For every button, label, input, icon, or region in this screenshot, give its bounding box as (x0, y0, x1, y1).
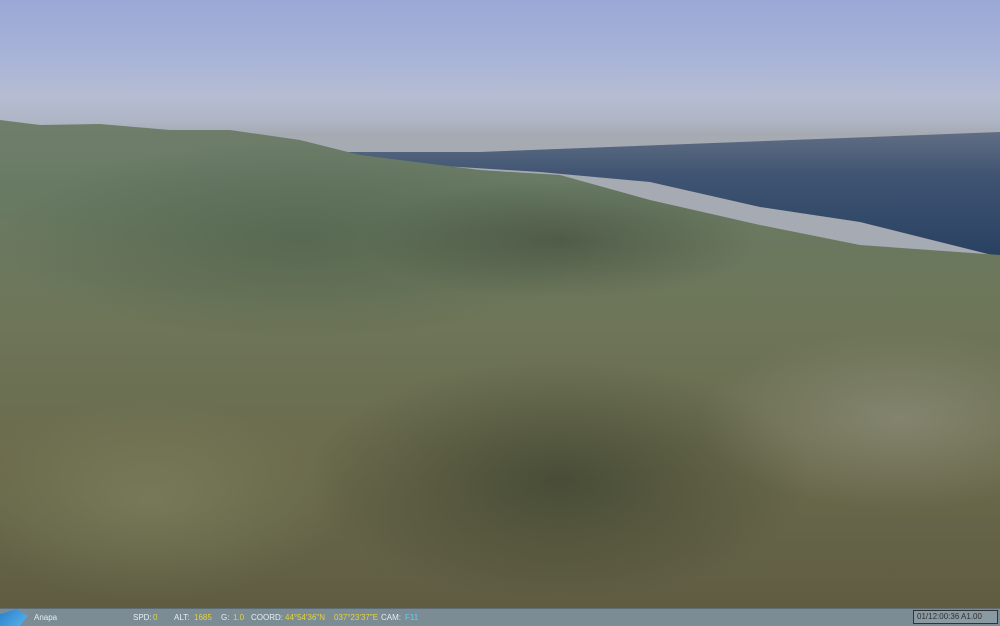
location-name: Anapa (34, 613, 58, 622)
g-value: 1.0 (233, 613, 245, 622)
altitude-label: ALT: (174, 613, 190, 622)
g-label: G: (221, 613, 230, 622)
status-bar: Anapa SPD: 0 ALT: 1685 G: 1.0 COORD: 44°… (0, 608, 1000, 626)
longitude-value: 037°23'37"E (334, 613, 379, 622)
coord-label: COORD: (251, 613, 283, 622)
time-display: 01/12:00:36 A1.00 (913, 610, 998, 624)
camera-value: F11 (405, 613, 419, 622)
logo-icon (0, 609, 28, 626)
3d-terrain-view[interactable] (0, 0, 1000, 608)
speed-value: 0 (153, 613, 158, 622)
altitude-value: 1685 (194, 613, 212, 622)
speed-label: SPD: (133, 613, 152, 622)
camera-label: CAM: (381, 613, 401, 622)
latitude-value: 44°54'36"N (285, 613, 326, 622)
